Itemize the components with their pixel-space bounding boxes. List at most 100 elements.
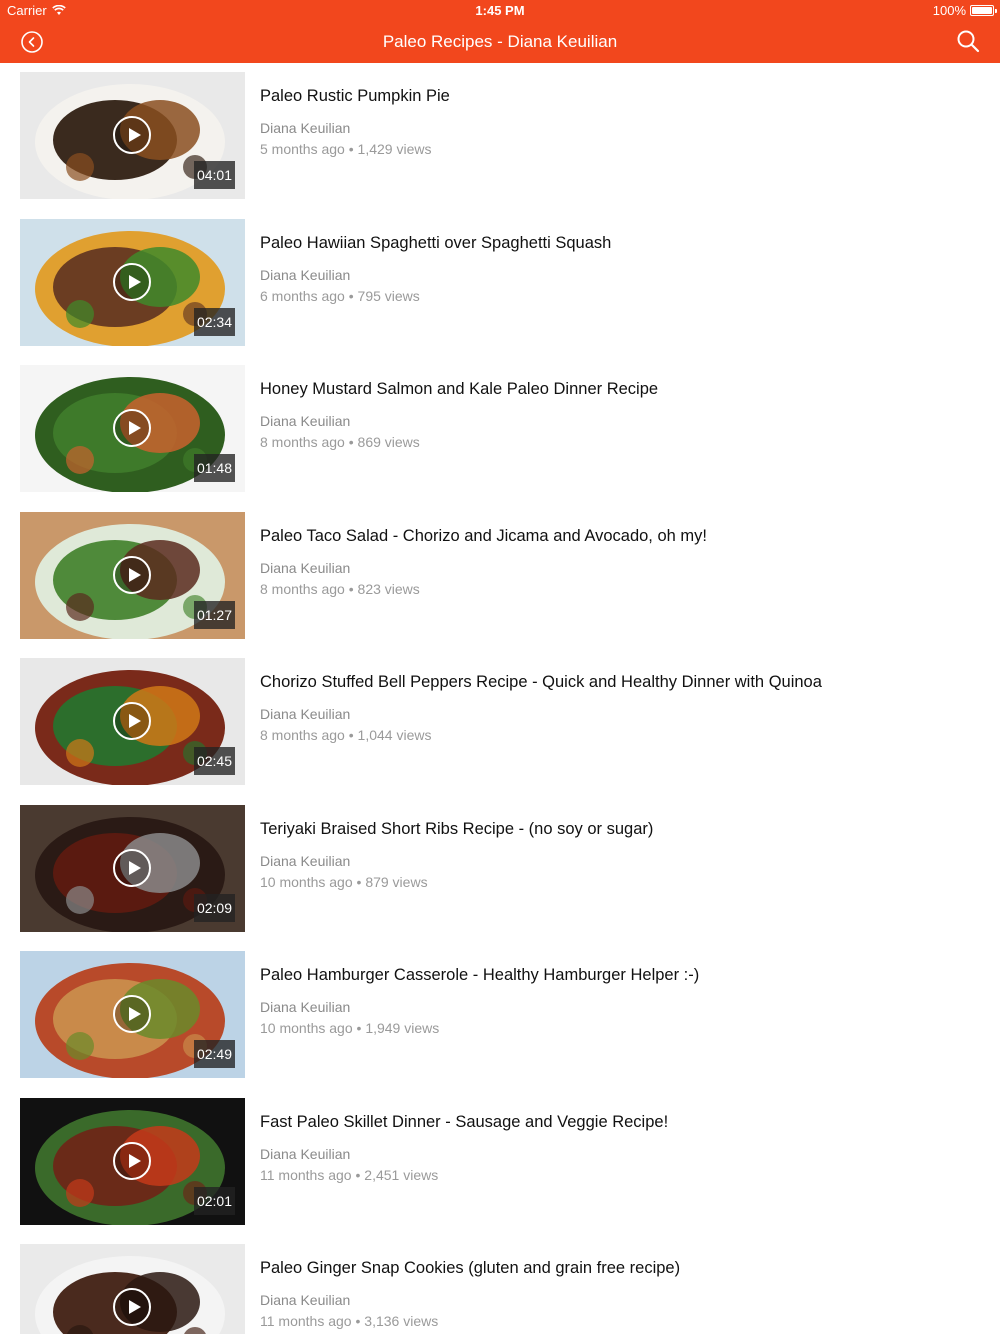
video-author: Diana Keuilian xyxy=(260,266,351,283)
video-info: Paleo Ginger Snap Cookies (gluten and gr… xyxy=(260,1259,980,1329)
video-title[interactable]: Paleo Hawiian Spaghetti over Spaghetti S… xyxy=(260,234,980,253)
duration-badge: 02:45 xyxy=(193,747,235,775)
video-row[interactable]: 02:01 Fast Paleo Skillet Dinner - Sausage… xyxy=(0,1089,1000,1236)
search-icon xyxy=(957,30,980,53)
video-views: 2,451 views xyxy=(364,1166,439,1183)
duration-badge: 04:01 xyxy=(193,161,235,189)
video-title[interactable]: Paleo Hamburger Casserole - Healthy Hamb… xyxy=(260,966,980,985)
video-age: 8 months ago xyxy=(260,727,345,743)
video-info: Paleo Hawiian Spaghetti over Spaghetti S… xyxy=(260,234,980,304)
video-views: 823 views xyxy=(357,580,420,597)
video-thumbnail[interactable]: 02:01 xyxy=(20,1097,245,1225)
video-title[interactable]: Fast Paleo Skillet Dinner - Sausage and … xyxy=(260,1113,980,1132)
video-meta: 10 months ago • 879 views xyxy=(260,874,980,890)
video-thumbnail[interactable]: 02:09 xyxy=(20,804,245,932)
meta-separator: • xyxy=(352,1020,366,1036)
duration-badge: 02:09 xyxy=(193,893,235,922)
duration-badge: 02:49 xyxy=(193,1040,235,1068)
video-title[interactable]: Teriyaki Braised Short Ribs Recipe - (no… xyxy=(260,820,980,839)
video-author: Diana Keuilian xyxy=(260,706,351,722)
play-icon[interactable] xyxy=(113,848,151,887)
video-row[interactable]: Paleo Ginger Snap Cookies (gluten and gr… xyxy=(0,1235,1000,1334)
video-meta: 8 months ago • 823 views xyxy=(260,581,980,597)
video-meta: 8 months ago • 1,044 views xyxy=(260,727,980,743)
video-views: 869 views xyxy=(357,434,420,450)
video-age: 8 months ago xyxy=(260,434,345,450)
play-icon[interactable] xyxy=(113,409,151,447)
video-author: Diana Keuilian xyxy=(260,852,351,869)
video-thumbnail[interactable]: 01:27 xyxy=(20,511,245,639)
video-author: Diana Keuilian xyxy=(260,413,351,429)
meta-separator: • xyxy=(344,580,358,597)
video-thumbnail[interactable]: 01:48 xyxy=(20,365,245,492)
video-meta: 11 months ago • 3,136 views xyxy=(260,1313,980,1329)
video-info: Teriyaki Braised Short Ribs Recipe - (no… xyxy=(260,820,980,890)
meta-separator: • xyxy=(344,434,358,450)
status-time: 1:45 PM xyxy=(475,3,525,18)
video-info: Honey Mustard Salmon and Kale Paleo Dinn… xyxy=(260,380,980,450)
video-thumbnail[interactable]: 04:01 xyxy=(20,72,245,199)
status-bar: Carrier 1:45 PM 100% xyxy=(0,0,1000,22)
video-info: Paleo Hamburger Casserole - Healthy Hamb… xyxy=(260,966,980,1036)
video-age: 11 months ago xyxy=(260,1166,352,1183)
page-title: Paleo Recipes - Diana Keuilian xyxy=(382,32,618,51)
video-views: 879 views xyxy=(365,873,428,890)
video-author: Diana Keuilian xyxy=(260,1145,351,1162)
video-age: 8 months ago xyxy=(260,580,345,597)
duration-badge: 02:01 xyxy=(193,1186,235,1215)
video-meta: 11 months ago • 2,451 views xyxy=(260,1167,980,1183)
meta-separator: • xyxy=(344,287,358,304)
video-views: 795 views xyxy=(357,287,420,304)
video-age: 6 months ago xyxy=(260,287,345,304)
video-thumbnail[interactable] xyxy=(20,1244,245,1334)
video-row[interactable]: 02:49 Paleo Hamburger Casserole - Healthy… xyxy=(0,942,1000,1089)
top-bar: Carrier 1:45 PM 100% Paleo Recipes - Dia… xyxy=(0,0,1000,63)
video-row[interactable]: 02:45 Chorizo Stuffed Bell Peppers Recipe… xyxy=(0,649,1000,796)
battery-icon xyxy=(970,5,997,16)
video-title[interactable]: Paleo Taco Salad - Chorizo and Jicama an… xyxy=(260,527,980,546)
search-button[interactable] xyxy=(956,29,980,53)
video-info: Paleo Rustic Pumpkin Pie Diana Keuilian 5 … xyxy=(260,87,980,157)
meta-separator: • xyxy=(344,727,358,743)
video-author: Diana Keuilian xyxy=(260,120,351,136)
play-icon[interactable] xyxy=(113,702,151,740)
video-row[interactable]: 02:09 Teriyaki Braised Short Ribs Recipe … xyxy=(0,796,1000,943)
video-thumbnail[interactable]: 02:34 xyxy=(20,218,245,346)
video-info: Chorizo Stuffed Bell Peppers Recipe - Qu… xyxy=(260,673,980,743)
battery-indicator: 100% xyxy=(932,3,997,18)
play-icon[interactable] xyxy=(113,555,151,594)
video-views: 1,429 views xyxy=(357,141,432,157)
meta-separator: • xyxy=(351,1166,365,1183)
video-row[interactable]: 02:34 Paleo Hawiian Spaghetti over Spaghe… xyxy=(0,210,1000,357)
video-age: 5 months ago xyxy=(260,141,345,157)
meta-separator: • xyxy=(344,141,358,157)
video-title[interactable]: Paleo Ginger Snap Cookies (gluten and gr… xyxy=(260,1259,980,1278)
duration-badge: 01:27 xyxy=(193,600,235,629)
video-author: Diana Keuilian xyxy=(260,999,351,1015)
video-info: Paleo Taco Salad - Chorizo and Jicama an… xyxy=(260,527,980,597)
video-info: Fast Paleo Skillet Dinner - Sausage and … xyxy=(260,1113,980,1183)
play-icon[interactable] xyxy=(113,262,151,301)
video-title[interactable]: Honey Mustard Salmon and Kale Paleo Dinn… xyxy=(260,380,980,399)
video-views: 3,136 views xyxy=(364,1313,439,1329)
play-icon[interactable] xyxy=(113,995,151,1033)
video-author: Diana Keuilian xyxy=(260,559,351,576)
video-meta: 5 months ago • 1,429 views xyxy=(260,141,980,157)
battery-percent: 100% xyxy=(932,3,966,18)
video-age: 10 months ago xyxy=(260,873,353,890)
video-row[interactable]: 04:01 Paleo Rustic Pumpkin Pie Diana Keuil… xyxy=(0,63,1000,210)
duration-badge: 02:34 xyxy=(193,307,235,336)
play-icon[interactable] xyxy=(113,116,151,154)
video-age: 10 months ago xyxy=(260,1020,353,1036)
video-meta: 8 months ago • 869 views xyxy=(260,434,980,450)
video-thumbnail[interactable]: 02:45 xyxy=(20,658,245,785)
video-row[interactable]: 01:48 Honey Mustard Salmon and Kale Paleo… xyxy=(0,356,1000,503)
play-icon[interactable] xyxy=(113,1288,151,1326)
video-thumbnail[interactable]: 02:49 xyxy=(20,951,245,1078)
video-title[interactable]: Paleo Rustic Pumpkin Pie xyxy=(260,87,980,106)
video-title[interactable]: Chorizo Stuffed Bell Peppers Recipe - Qu… xyxy=(260,673,980,692)
video-views: 1,949 views xyxy=(365,1020,440,1036)
play-icon[interactable] xyxy=(113,1141,151,1180)
meta-separator: • xyxy=(352,873,366,890)
video-row[interactable]: 01:27 Paleo Taco Salad - Chorizo and Jica… xyxy=(0,503,1000,650)
